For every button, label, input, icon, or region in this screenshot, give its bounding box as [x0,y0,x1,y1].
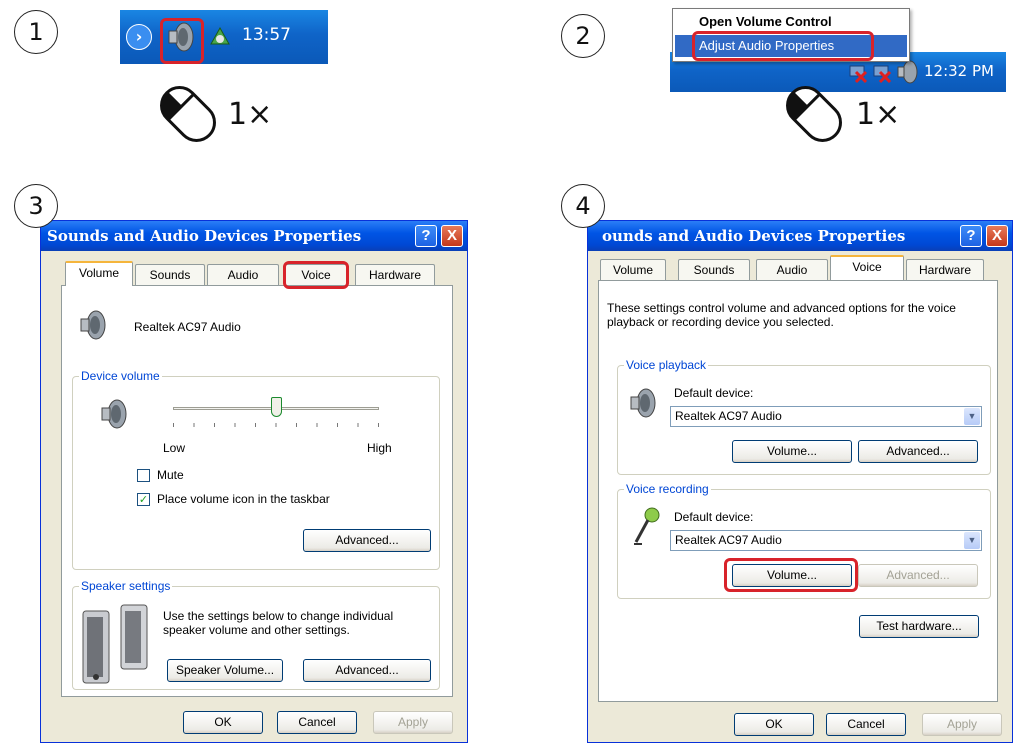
expand-tray-icon[interactable]: › [126,24,152,50]
tab-sounds[interactable]: Sounds [135,264,205,286]
window-title: ounds and Audio Devices Properties [602,227,906,245]
tab-volume[interactable]: Volume [65,261,133,286]
help-button[interactable]: ? [415,225,437,247]
playback-advanced-button[interactable]: Advanced... [858,440,978,463]
ok-button[interactable]: OK [183,711,263,734]
device-name: Realtek AC97 Audio [134,320,241,334]
taskbar-tray-1: › 13:57 [120,10,328,64]
mute-checkbox[interactable] [137,469,150,482]
tab-audio[interactable]: Audio [207,264,279,286]
open-volume-control-item[interactable]: Open Volume Control [675,11,907,33]
adjust-audio-properties-highlight [692,31,874,61]
speaker-text-1: Use the settings below to change individ… [163,609,394,623]
speaker-text-2: speaker volume and other settings. [163,623,350,637]
advanced-button[interactable]: Advanced... [303,529,431,552]
step-number-2: 2 [561,14,605,58]
speaker-icon[interactable] [896,58,918,86]
network-disconnected-icon [849,65,868,84]
apply-button[interactable]: Apply [922,713,1002,736]
recording-device-value: Realtek AC97 Audio [675,533,782,547]
voice-tab-page: These settings control volume and advanc… [598,280,998,702]
chevron-down-icon[interactable]: ▼ [964,408,980,425]
apply-button[interactable]: Apply [373,711,453,734]
tab-hardware[interactable]: Hardware [906,259,984,281]
cancel-button[interactable]: Cancel [277,711,357,734]
sound-properties-window-voice: ounds and Audio Devices Properties ? X V… [587,220,1013,743]
step-number-4: 4 [561,184,605,228]
speaker-volume-button[interactable]: Speaker Volume... [167,659,283,682]
window-title-bar: Sounds and Audio Devices Properties [41,221,467,251]
mouse-click-icon [786,86,842,142]
group-label: Speaker settings [79,579,173,593]
click-count-label: 1× [228,97,273,132]
speakers-icon [82,604,148,684]
device-volume-group: Device volume Low High Mute ✓ Place volu… [72,369,440,570]
tab-audio[interactable]: Audio [756,259,828,281]
window-title-bar: ounds and Audio Devices Properties [588,221,1012,251]
step-number-1: 1 [14,10,58,54]
tab-volume[interactable]: Volume [600,259,666,281]
network-icon [210,26,230,45]
test-hardware-button[interactable]: Test hardware... [859,615,979,638]
playback-default-device-label: Default device: [674,386,754,400]
step-number-3: 3 [14,184,58,228]
voice-playback-group: Voice playback Default device: Realtek A… [617,358,991,475]
taskbar-icon-label: Place volume icon in the taskbar [157,492,330,506]
network-disconnected-icon-2 [873,65,892,84]
playback-device-select[interactable]: Realtek AC97 Audio ▼ [670,406,982,427]
tray-clock: 12:32 PM [924,62,994,80]
window-title: Sounds and Audio Devices Properties [47,227,362,245]
low-label: Low [163,441,186,455]
playback-volume-button[interactable]: Volume... [732,440,852,463]
tray-clock: 13:57 [242,25,291,45]
speaker-icon [80,310,106,340]
voice-recording-group: Voice recording Default device: Realtek … [617,482,991,599]
playback-device-value: Realtek AC97 Audio [675,409,782,423]
group-label: Voice playback [624,358,709,372]
ok-button[interactable]: OK [734,713,814,736]
recording-volume-highlight [724,558,858,592]
mouse-click-icon [160,86,216,142]
speaker-icon [630,388,656,418]
speaker-icon-highlight [160,18,204,64]
speaker-advanced-button[interactable]: Advanced... [303,659,431,682]
high-label: High [367,441,392,455]
help-button[interactable]: ? [960,225,982,247]
chevron-down-icon[interactable]: ▼ [964,532,980,549]
tab-hardware[interactable]: Hardware [355,264,435,286]
speaker-icon [101,399,127,429]
cancel-button[interactable]: Cancel [826,713,906,736]
group-label: Device volume [79,369,162,383]
slider-ticks [173,423,379,427]
speaker-settings-group: Speaker settings Use the settings below … [72,579,440,690]
close-button[interactable]: X [441,225,463,247]
mute-label: Mute [157,468,184,482]
recording-default-device-label: Default device: [674,510,754,524]
tab-voice[interactable]: Voice [830,255,904,280]
tab-sounds[interactable]: Sounds [678,259,750,281]
voice-tab-highlight [283,261,349,289]
close-button[interactable]: X [986,225,1008,247]
voice-intro-2: playback or recording device you selecte… [607,315,834,329]
sound-properties-window-volume: Sounds and Audio Devices Properties ? X … [40,220,468,743]
microphone-icon [634,507,660,545]
group-label: Voice recording [624,482,711,496]
recording-advanced-button[interactable]: Advanced... [858,564,978,587]
volume-tab-page: Realtek AC97 Audio Device volume Low Hig… [61,285,453,697]
voice-intro-1: These settings control volume and advanc… [607,301,956,315]
taskbar-icon-checkbox[interactable]: ✓ [137,493,150,506]
volume-slider-thumb[interactable] [271,397,282,417]
recording-device-select[interactable]: Realtek AC97 Audio ▼ [670,530,982,551]
click-count-label: 1× [856,97,901,132]
